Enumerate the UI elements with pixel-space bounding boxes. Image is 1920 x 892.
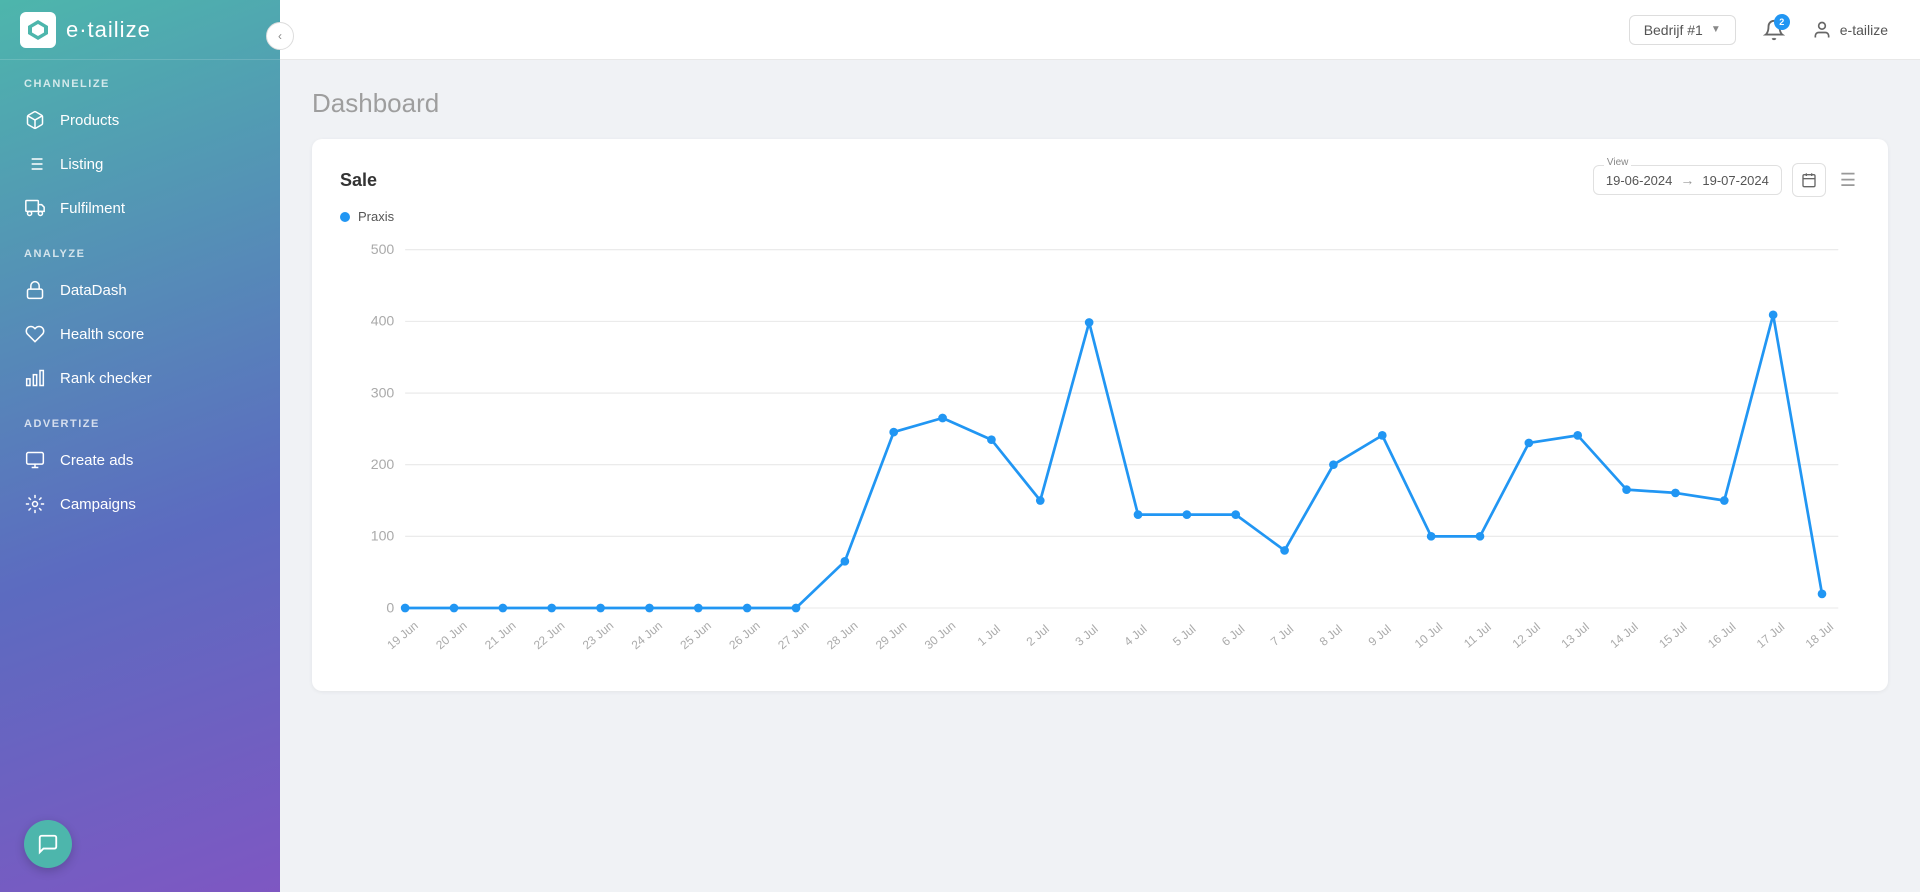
- svg-text:20 Jun: 20 Jun: [433, 618, 469, 652]
- sidebar-item-rank-checker[interactable]: Rank checker: [0, 356, 280, 400]
- sidebar-item-label-rank-checker: Rank checker: [60, 370, 152, 387]
- svg-text:27 Jun: 27 Jun: [775, 618, 811, 652]
- legend-dot: [340, 212, 350, 222]
- sidebar-item-label-health-score: Health score: [60, 326, 144, 343]
- svg-text:13 Jul: 13 Jul: [1558, 620, 1591, 651]
- sidebar-item-label-campaigns: Campaigns: [60, 496, 136, 513]
- svg-text:14 Jul: 14 Jul: [1607, 620, 1640, 651]
- svg-text:4 Jul: 4 Jul: [1121, 622, 1149, 649]
- svg-text:10 Jul: 10 Jul: [1412, 620, 1445, 651]
- svg-text:6 Jul: 6 Jul: [1219, 622, 1247, 649]
- svg-text:29 Jun: 29 Jun: [873, 618, 909, 652]
- svg-text:8 Jul: 8 Jul: [1317, 622, 1345, 649]
- box-icon: [24, 109, 46, 131]
- calendar-button[interactable]: [1792, 163, 1826, 197]
- bar-icon: [24, 367, 46, 389]
- svg-text:7 Jul: 7 Jul: [1268, 622, 1296, 649]
- svg-text:18 Jul: 18 Jul: [1803, 620, 1836, 651]
- svg-text:16 Jul: 16 Jul: [1705, 620, 1738, 651]
- user-menu[interactable]: e-tailize: [1812, 20, 1888, 40]
- chart-title: Sale: [340, 170, 377, 191]
- date-arrow-icon: →: [1680, 172, 1694, 188]
- svg-text:21 Jun: 21 Jun: [482, 618, 518, 652]
- sidebar-item-listing[interactable]: Listing: [0, 142, 280, 186]
- chevron-down-icon: ▼: [1711, 24, 1721, 35]
- chart-controls: View 19-06-2024 → 19-07-2024 ☰: [1593, 163, 1860, 197]
- sidebar-item-products[interactable]: Products: [0, 98, 280, 142]
- svg-text:12 Jul: 12 Jul: [1510, 620, 1543, 651]
- svg-text:3 Jul: 3 Jul: [1072, 622, 1100, 649]
- svg-text:17 Jul: 17 Jul: [1754, 620, 1787, 651]
- sidebar-item-label-products: Products: [60, 112, 119, 129]
- svg-text:400: 400: [371, 313, 395, 329]
- svg-text:5 Jul: 5 Jul: [1170, 622, 1198, 649]
- sidebar-item-label-create-ads: Create ads: [60, 452, 133, 469]
- chart-menu-button[interactable]: ☰: [1836, 166, 1860, 195]
- truck-icon: [24, 197, 46, 219]
- sidebar: e·tailize ‹ CHANNELIZE Products Listing: [0, 0, 280, 892]
- svg-text:28 Jun: 28 Jun: [824, 618, 860, 652]
- date-from: 19-06-2024: [1606, 173, 1673, 188]
- sidebar-item-label-fulfilment: Fulfilment: [60, 200, 125, 217]
- date-to: 19-07-2024: [1702, 173, 1769, 188]
- svg-text:200: 200: [371, 456, 395, 472]
- svg-text:0: 0: [386, 599, 394, 615]
- main-content: Bedrijf #1 ▼ 2 e-tailize Dashboard Sale: [280, 0, 1920, 892]
- svg-text:24 Jun: 24 Jun: [629, 618, 665, 652]
- campaigns-icon: [24, 493, 46, 515]
- svg-text:500: 500: [371, 241, 395, 257]
- svg-text:23 Jun: 23 Jun: [580, 618, 616, 652]
- svg-text:26 Jun: 26 Jun: [726, 618, 762, 652]
- view-label: View: [1604, 157, 1632, 168]
- sidebar-collapse-button[interactable]: ‹: [266, 22, 294, 50]
- notification-button[interactable]: 2: [1756, 12, 1792, 48]
- notification-badge: 2: [1774, 14, 1790, 30]
- svg-text:15 Jul: 15 Jul: [1656, 620, 1689, 651]
- sidebar-item-label-listing: Listing: [60, 156, 103, 173]
- list-icon: [24, 153, 46, 175]
- svg-text:9 Jul: 9 Jul: [1366, 622, 1394, 649]
- lock-icon: [24, 279, 46, 301]
- svg-text:300: 300: [371, 384, 395, 400]
- chart-svg: 500 400 300 200 100 0: [340, 228, 1860, 662]
- svg-text:2 Jul: 2 Jul: [1024, 622, 1052, 649]
- section-label-analyze: ANALYZE: [0, 230, 280, 268]
- company-selector[interactable]: Bedrijf #1 ▼: [1629, 15, 1736, 45]
- sidebar-logo: e·tailize: [0, 0, 280, 60]
- user-name: e-tailize: [1840, 22, 1888, 38]
- ads-icon: [24, 449, 46, 471]
- chart-header: Sale View 19-06-2024 → 19-07-2024: [340, 163, 1860, 197]
- chat-bubble-button[interactable]: [24, 820, 72, 868]
- chart-legend: Praxis: [340, 209, 1860, 224]
- svg-text:19 Jun: 19 Jun: [384, 618, 420, 652]
- dashboard-area: Dashboard Sale View 19-06-2024 → 19-07-2…: [280, 60, 1920, 892]
- svg-text:22 Jun: 22 Jun: [531, 618, 567, 652]
- svg-text:1 Jul: 1 Jul: [975, 622, 1003, 649]
- logo-text: e·tailize: [66, 17, 151, 43]
- sidebar-item-datadash[interactable]: DataDash: [0, 268, 280, 312]
- sidebar-item-create-ads[interactable]: Create ads: [0, 438, 280, 482]
- section-label-channelize: CHANNELIZE: [0, 60, 280, 98]
- sidebar-item-health-score[interactable]: Health score: [0, 312, 280, 356]
- sidebar-item-fulfilment[interactable]: Fulfilment: [0, 186, 280, 230]
- svg-text:25 Jun: 25 Jun: [677, 618, 713, 652]
- page-title: Dashboard: [312, 88, 1888, 119]
- company-name: Bedrijf #1: [1644, 22, 1703, 38]
- logo-icon: [20, 12, 56, 48]
- svg-text:100: 100: [371, 528, 395, 544]
- date-range-picker[interactable]: View 19-06-2024 → 19-07-2024: [1593, 165, 1782, 195]
- chart-card: Sale View 19-06-2024 → 19-07-2024: [312, 139, 1888, 691]
- sidebar-item-label-datadash: DataDash: [60, 282, 127, 299]
- heart-icon: [24, 323, 46, 345]
- section-label-advertize: ADVERTIZE: [0, 400, 280, 438]
- legend-label: Praxis: [358, 209, 394, 224]
- svg-text:11 Jul: 11 Jul: [1461, 620, 1494, 651]
- header: Bedrijf #1 ▼ 2 e-tailize: [280, 0, 1920, 60]
- sidebar-item-campaigns[interactable]: Campaigns: [0, 482, 280, 526]
- sales-chart: 500 400 300 200 100 0: [340, 228, 1860, 667]
- svg-text:30 Jun: 30 Jun: [922, 618, 958, 652]
